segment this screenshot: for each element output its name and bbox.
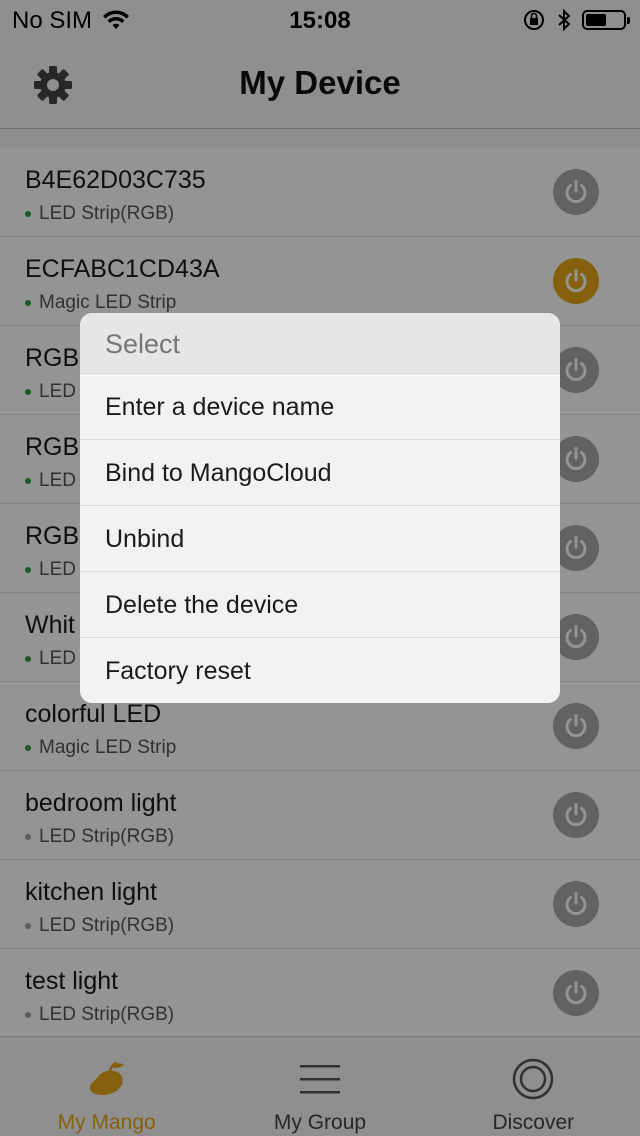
option-factory-reset[interactable]: Factory reset	[80, 637, 560, 703]
option-unbind[interactable]: Unbind	[80, 505, 560, 571]
app-screen: No SIM 15:08 My Device B4E62D03C735 LED …	[0, 0, 640, 1136]
option-enter-device-name[interactable]: Enter a device name	[80, 373, 560, 439]
action-dialog: Select Enter a device name Bind to Mango…	[80, 313, 560, 703]
dialog-title: Select	[80, 313, 560, 373]
option-delete-device[interactable]: Delete the device	[80, 571, 560, 637]
option-bind-mangocloud[interactable]: Bind to MangoCloud	[80, 439, 560, 505]
